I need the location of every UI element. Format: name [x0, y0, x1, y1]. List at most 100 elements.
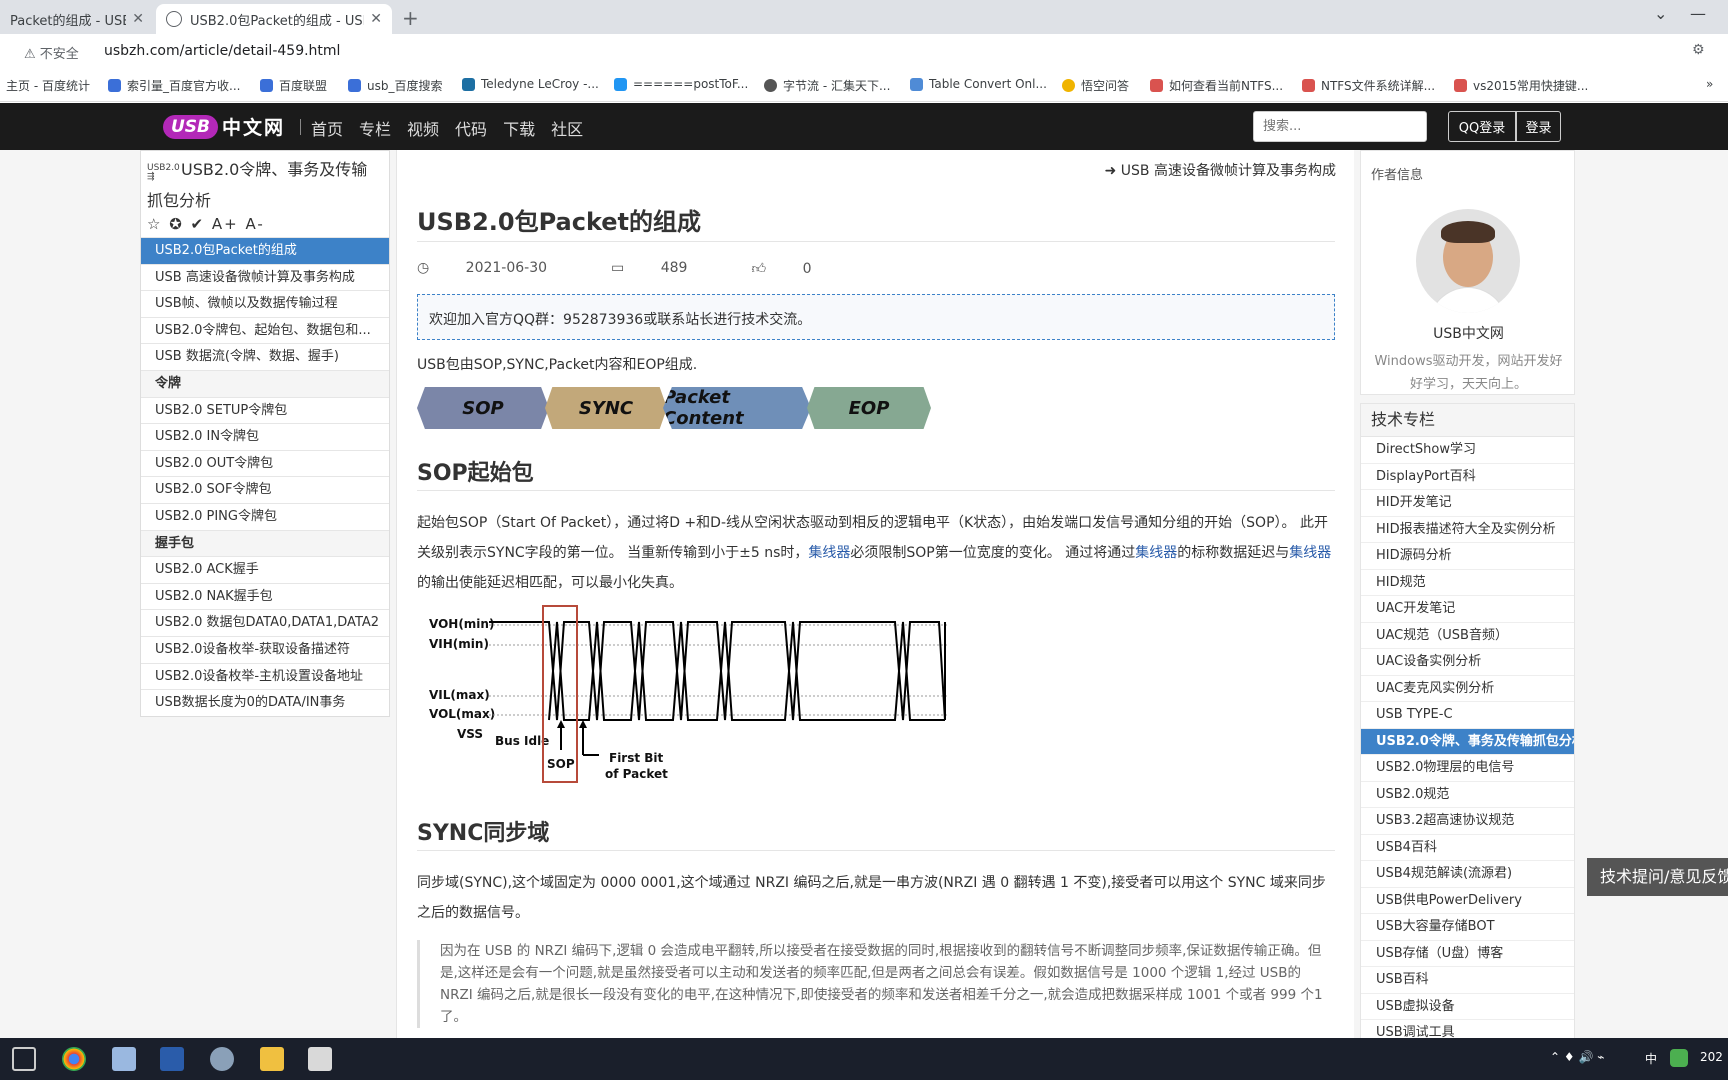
tech-column-item[interactable]: UAC麦克风实例分析	[1361, 676, 1574, 702]
tech-column-item[interactable]: DirectShow学习	[1361, 437, 1574, 464]
sidebar-item[interactable]: USB2.0 IN令牌包	[141, 423, 389, 450]
tech-column-item[interactable]: UAC开发笔记	[1361, 596, 1574, 623]
bookmark-item[interactable]: vs2015常用快捷键...	[1454, 77, 1588, 94]
tech-column-item[interactable]: UAC规范（USB音频）	[1361, 623, 1574, 649]
nav-community[interactable]: 社区	[551, 116, 583, 140]
hub-link[interactable]: 集线器	[1289, 545, 1331, 561]
hub-link[interactable]: 集线器	[1135, 545, 1177, 561]
sidebar-item[interactable]: USB2.0 SETUP令牌包	[141, 396, 389, 424]
sidebar-item[interactable]: USB2.0 NAK握手包	[141, 582, 389, 610]
bookmark-item[interactable]: Table Convert Onl...	[910, 77, 1047, 91]
bookmark-item[interactable]: 主页 - 百度统计	[6, 77, 90, 94]
likes[interactable]: 👍︎ 0	[751, 260, 843, 277]
tech-column-item[interactable]: UAC设备实例分析	[1361, 649, 1574, 676]
chrome-icon[interactable]	[62, 1047, 86, 1071]
bookmark-item[interactable]: NTFS文件系统详解...	[1302, 77, 1435, 94]
tech-column-item[interactable]: USB虚拟设备	[1361, 994, 1574, 1020]
sidebar-item[interactable]: USB2.0 SOF令牌包	[141, 476, 389, 503]
sop-heading: SOP起始包	[417, 461, 534, 486]
tech-column-item[interactable]: DisplayPort百科	[1361, 464, 1574, 490]
ime-indicator[interactable]: 中	[1645, 1050, 1657, 1067]
tab-search-icon[interactable]: ⌄	[1654, 4, 1667, 23]
bookmark-item[interactable]: 如何查看当前NTFS...	[1150, 77, 1283, 94]
notepad-icon[interactable]	[112, 1047, 136, 1071]
sidebar-item[interactable]: USB2.0 PING令牌包	[141, 502, 389, 530]
qq-login-button[interactable]: QQ登录	[1448, 111, 1516, 142]
tech-column-item[interactable]: HID源码分析	[1361, 543, 1574, 570]
bookmark-item[interactable]: Teledyne LeCroy -...	[462, 77, 599, 91]
feedback-button[interactable]: 技术提问/意见反馈	[1587, 858, 1728, 896]
sidebar-item[interactable]: USB2.0设备枚举-主机设置设备地址	[141, 662, 389, 690]
sidebar-item[interactable]: USB数据长度为0的DATA/IN事务	[141, 689, 389, 716]
tech-column-item[interactable]: USB供电PowerDelivery	[1361, 888, 1574, 914]
bookmark-item[interactable]: 索引量_百度官方收...	[108, 77, 240, 94]
nav-download[interactable]: 下载	[503, 116, 535, 140]
baidu-icon	[260, 79, 273, 92]
nav-video[interactable]: 视频	[407, 116, 439, 140]
bookmark-item[interactable]: 百度联盟	[260, 77, 327, 94]
tech-column-item[interactable]: USB调试工具	[1361, 1020, 1574, 1038]
tech-column-item[interactable]: USB百科	[1361, 967, 1574, 994]
app-icon[interactable]	[308, 1047, 332, 1071]
article-meta: ◷ 2021-06-30 ▭ 489 👍︎ 0	[417, 260, 875, 277]
browser-tab[interactable]: Packet的组成 - USB中 ✕	[0, 4, 154, 34]
folder-icon[interactable]	[260, 1047, 284, 1071]
bookmarks-more[interactable]: »	[1706, 77, 1713, 91]
next-article-link[interactable]: ➜ USB 高速设备微帧计算及事务构成	[1105, 160, 1336, 180]
new-tab-button[interactable]: +	[402, 6, 419, 30]
close-icon[interactable]: ✕	[370, 11, 382, 27]
sidebar-item[interactable]: USB2.0设备枚举-获取设备描述符	[141, 635, 389, 663]
minimize-icon[interactable]: —	[1690, 4, 1706, 23]
close-icon[interactable]: ✕	[132, 11, 144, 27]
packet-part-content: Packet Content	[663, 387, 811, 429]
url-field[interactable]: usbzh.com/article/detail-459.html	[104, 43, 340, 59]
font-controls[interactable]: ☆ ✪ ✔ A+ A-	[141, 215, 389, 237]
sidebar-item[interactable]: USB2.0 数据包DATA0,DATA1,DATA2	[141, 609, 389, 636]
address-bar[interactable]: ⚠ 不安全 usbzh.com/article/detail-459.html …	[0, 34, 1728, 70]
tech-column-item[interactable]: USB大容量存储BOT	[1361, 914, 1574, 941]
tech-column-item[interactable]: USB3.2超高速协议规范	[1361, 808, 1574, 835]
tray-icons[interactable]: ⌃ ♦ 🔊 ⌁	[1550, 1050, 1604, 1064]
nav-columns[interactable]: 专栏	[359, 116, 391, 140]
translate-icon[interactable]: ⚙	[1692, 42, 1705, 58]
tech-column-item[interactable]: USB2.0物理层的电信号	[1361, 755, 1574, 782]
login-button[interactable]: 登录	[1516, 111, 1561, 142]
task-view-icon[interactable]	[12, 1047, 36, 1071]
author-name[interactable]: USB中文网	[1361, 323, 1576, 343]
app-icon[interactable]	[210, 1047, 234, 1071]
avatar[interactable]	[1416, 209, 1520, 313]
not-secure-indicator[interactable]: ⚠ 不安全	[24, 43, 79, 62]
sidebar-item[interactable]: USB2.0令牌包、起始包、数据包和...	[141, 316, 389, 344]
tech-column-item[interactable]: HID规范	[1361, 570, 1574, 596]
bookmark-item[interactable]: usb_百度搜索	[348, 77, 442, 94]
sidebar-item[interactable]: USB 高速设备微帧计算及事务构成	[141, 263, 389, 291]
bookmark-item[interactable]: 字节流 - 汇集天下...	[764, 77, 890, 94]
nav-code[interactable]: 代码	[455, 116, 487, 140]
sidebar-item[interactable]: USB2.0 ACK握手	[141, 556, 389, 583]
packet-part-sync: SYNC	[545, 387, 667, 429]
sidebar-item[interactable]: USB2.0包Packet的组成	[141, 237, 389, 264]
nav-home[interactable]: 首页	[311, 116, 343, 140]
search-input[interactable]	[1253, 111, 1427, 142]
tech-column-item[interactable]: USB2.0令牌、事务及传输抓包分析	[1361, 728, 1574, 755]
sidebar-item[interactable]: USB 数据流(令牌、数据、握手)	[141, 343, 389, 370]
hub-link[interactable]: 集线器	[808, 545, 850, 561]
sidebar-item[interactable]: USB2.0 OUT令牌包	[141, 449, 389, 477]
security-icon[interactable]	[1670, 1049, 1688, 1067]
usb-tool-icon[interactable]	[160, 1047, 184, 1071]
tech-column-item[interactable]: USB4百科	[1361, 835, 1574, 861]
bookmark-item[interactable]: 悟空问答	[1062, 77, 1129, 94]
sync-paragraph: 同步域(SYNC),这个域固定为 0000 0001,这个域通过 NRZI 编码…	[417, 875, 1326, 921]
tech-column-item[interactable]: USB TYPE-C	[1361, 702, 1574, 729]
site-logo[interactable]: USB 中文网	[163, 113, 285, 140]
tech-column-item[interactable]: USB2.0规范	[1361, 782, 1574, 808]
clock[interactable]: 202	[1700, 1050, 1723, 1064]
bookmark-item[interactable]: ======postToF...	[614, 77, 748, 91]
sidebar-item[interactable]: USB帧、微帧以及数据传输过程	[141, 290, 389, 317]
vss-label: VSS	[457, 727, 483, 741]
browser-tab-active[interactable]: USB2.0包Packet的组成 - USB中 ✕	[156, 4, 392, 34]
tech-column-item[interactable]: USB4规范解读(流源君)	[1361, 861, 1574, 888]
tech-column-item[interactable]: USB存储（U盘）博客	[1361, 941, 1574, 967]
tech-column-item[interactable]: HID报表描述符大全及实例分析	[1361, 517, 1574, 543]
tech-column-item[interactable]: HID开发笔记	[1361, 490, 1574, 517]
